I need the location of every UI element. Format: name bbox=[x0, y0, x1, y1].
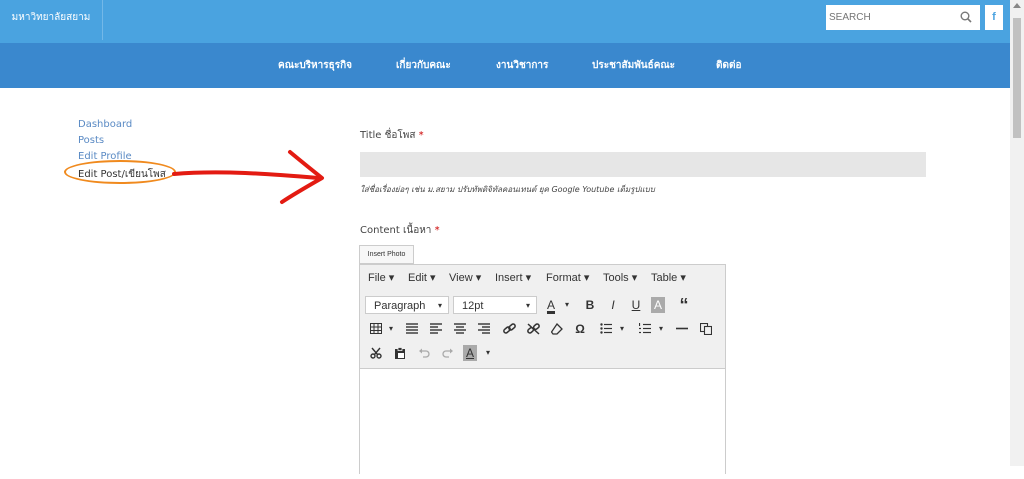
nav-item-contact[interactable]: ติดต่อ bbox=[716, 43, 742, 88]
nav-item-pr[interactable]: ประชาสัมพันธ์คณะ bbox=[592, 43, 675, 88]
horizontal-rule-icon[interactable] bbox=[673, 321, 691, 337]
nav-item-academic[interactable]: งานวิชาการ bbox=[496, 43, 548, 88]
underline-button[interactable]: U bbox=[627, 297, 645, 313]
insert-photo-button[interactable]: Insert Photo bbox=[359, 245, 414, 264]
required-mark: * bbox=[418, 130, 424, 141]
paste-icon[interactable] bbox=[391, 345, 409, 361]
scroll-up-icon[interactable] bbox=[1013, 3, 1021, 8]
rich-text-editor: File ▾ Edit ▾ View ▾ Insert ▾ Format ▾ T… bbox=[359, 264, 726, 479]
search-input[interactable] bbox=[826, 5, 955, 30]
menu-format[interactable]: Format ▾ bbox=[546, 271, 589, 284]
menu-file[interactable]: File ▾ bbox=[368, 271, 394, 284]
nav-item-business[interactable]: คณะบริหารธุรกิจ bbox=[278, 43, 352, 88]
annotation-arrow-icon bbox=[172, 150, 324, 204]
bullet-list-dropdown-icon[interactable]: ▾ bbox=[613, 321, 631, 337]
chevron-down-icon: ▾ bbox=[437, 301, 442, 310]
blockquote-button[interactable]: “ bbox=[675, 296, 693, 314]
menu-view[interactable]: View ▾ bbox=[449, 271, 481, 284]
italic-button[interactable]: I bbox=[604, 297, 622, 313]
table-dropdown-icon[interactable]: ▾ bbox=[382, 321, 400, 337]
undo-icon[interactable] bbox=[415, 345, 433, 361]
align-center-icon[interactable] bbox=[451, 321, 469, 337]
main-nav: คณะบริหารธุรกิจ เกี่ยวกับคณะ งานวิชาการ … bbox=[0, 43, 1010, 88]
redo-icon[interactable] bbox=[439, 345, 457, 361]
special-character-button[interactable]: Ω bbox=[571, 321, 589, 337]
title-label: Title ชื่อโพส * bbox=[360, 128, 424, 143]
eraser-icon[interactable] bbox=[548, 321, 566, 337]
block-format-select[interactable]: Paragraph ▾ bbox=[365, 296, 449, 314]
link-icon[interactable] bbox=[500, 321, 518, 337]
align-left-icon[interactable] bbox=[427, 321, 445, 337]
align-justify-icon[interactable] bbox=[403, 321, 421, 337]
block-format-value: Paragraph bbox=[374, 300, 426, 312]
annotation-circle bbox=[64, 160, 176, 184]
search-icon[interactable] bbox=[960, 11, 972, 23]
title-label-text: Title ชื่อโพส bbox=[360, 130, 416, 141]
sidebar-item-dashboard[interactable]: Dashboard bbox=[78, 119, 132, 130]
top-bar: มหาวิทยาลัยสยาม f bbox=[0, 0, 1010, 43]
editor-toolbar: Paragraph ▾ 12pt ▾ A ▾ B I U A “ ▾ Ω ▾ ▾… bbox=[360, 290, 725, 369]
font-size-value: 12pt bbox=[462, 300, 484, 312]
menu-table[interactable]: Table ▾ bbox=[651, 271, 686, 284]
sidebar-item-posts[interactable]: Posts bbox=[78, 135, 104, 146]
nav-item-about[interactable]: เกี่ยวกับคณะ bbox=[396, 43, 451, 88]
font-size-select[interactable]: 12pt ▾ bbox=[453, 296, 537, 314]
font-background-button[interactable]: A bbox=[463, 345, 477, 361]
brand-name[interactable]: มหาวิทยาลัยสยาม bbox=[0, 0, 103, 40]
scroll-thumb[interactable] bbox=[1013, 18, 1021, 138]
content-label-text: Content เนื้อหา bbox=[360, 225, 432, 236]
chevron-down-icon: ▾ bbox=[525, 301, 530, 310]
facebook-button[interactable]: f bbox=[985, 5, 1003, 30]
search-box bbox=[826, 5, 980, 30]
text-color-dropdown-icon[interactable]: ▾ bbox=[558, 297, 576, 313]
title-input[interactable] bbox=[360, 152, 926, 177]
numbered-list-dropdown-icon[interactable]: ▾ bbox=[652, 321, 670, 337]
unlink-icon[interactable] bbox=[524, 321, 542, 337]
content-label: Content เนื้อหา * bbox=[360, 223, 440, 238]
align-right-icon[interactable] bbox=[475, 321, 493, 337]
font-background-dropdown-icon[interactable]: ▾ bbox=[479, 345, 497, 361]
editor-content-area[interactable] bbox=[360, 369, 725, 479]
title-hint: ใส่ชื่อเรื่องย่อๆ เช่น ม.สยาม ปรับทัพดิจ… bbox=[360, 185, 655, 194]
editor-menubar: File ▾ Edit ▾ View ▾ Insert ▾ Format ▾ T… bbox=[360, 265, 725, 291]
background-color-button[interactable]: A bbox=[651, 297, 665, 313]
cut-icon[interactable] bbox=[367, 345, 385, 361]
bold-button[interactable]: B bbox=[581, 297, 599, 313]
menu-edit[interactable]: Edit ▾ bbox=[408, 271, 436, 284]
menu-insert[interactable]: Insert ▾ bbox=[495, 271, 531, 284]
required-mark: * bbox=[434, 225, 440, 236]
menu-tools[interactable]: Tools ▾ bbox=[603, 271, 637, 284]
page-scrollbar[interactable] bbox=[1010, 0, 1024, 466]
copy-icon[interactable] bbox=[697, 321, 715, 337]
